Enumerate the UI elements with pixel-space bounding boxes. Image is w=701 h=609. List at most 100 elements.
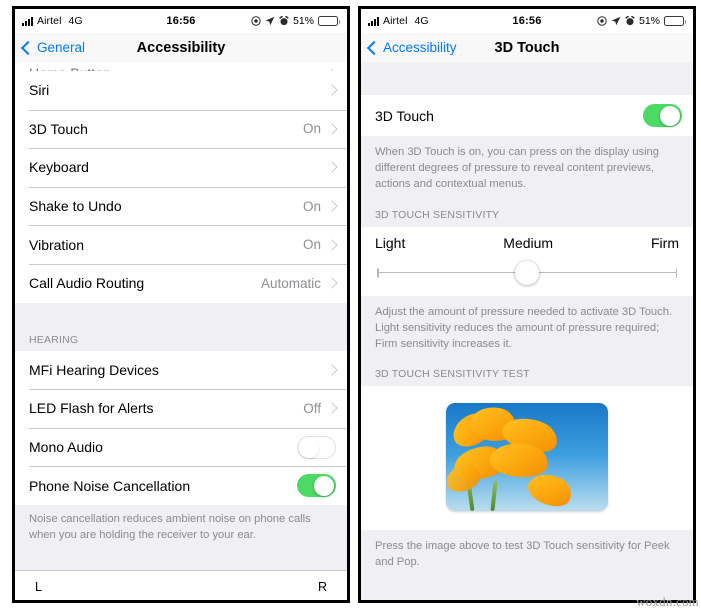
list-item-mono-audio[interactable]: Mono Audio	[15, 427, 347, 467]
slider-thumb[interactable]	[515, 260, 539, 285]
toggle-knob	[660, 105, 680, 126]
back-button-general[interactable]: General	[20, 40, 85, 55]
sensitivity-slider[interactable]	[375, 260, 679, 285]
phone-noise-cancellation-toggle[interactable]	[297, 474, 336, 498]
list-item-vibration[interactable]: Vibration On	[15, 225, 347, 264]
list-item-led-flash-for-alerts[interactable]: LED Flash for Alerts Off	[15, 389, 347, 428]
section-header-sensitivity: 3D TOUCH SENSITIVITY	[361, 208, 693, 227]
toggle-knob	[314, 475, 334, 496]
section-header-hearing: HEARING	[15, 333, 347, 351]
chevron-right-icon	[326, 200, 338, 212]
row-value: On	[302, 121, 321, 137]
list-item-call-audio-routing[interactable]: Call Audio Routing Automatic	[15, 263, 347, 303]
section-footer-sensitivity: Adjust the amount of pressure needed to …	[361, 295, 693, 369]
phone-left-accessibility: Airtel 4G 16:56 51% General Accessibilit…	[12, 6, 350, 603]
slider-label-medium: Medium	[503, 234, 554, 251]
hearing-group: MFi Hearing Devices LED Flash for Alerts…	[15, 350, 347, 505]
interaction-group: Siri 3D Touch On Keyboard Shake to Undo …	[15, 71, 347, 303]
battery-icon	[318, 16, 340, 26]
row-value: Off	[303, 400, 321, 416]
balance-right-label: R	[317, 579, 327, 594]
row-label: MFi Hearing Devices	[29, 361, 159, 378]
battery-percent-label: 51%	[638, 15, 660, 27]
list-item-phone-noise-cancellation[interactable]: Phone Noise Cancellation	[15, 466, 347, 505]
row-label: 3D Touch	[375, 107, 434, 124]
right-nav-bar: Accessibility 3D Touch	[361, 33, 693, 63]
signal-bars-icon	[368, 16, 379, 26]
carrier-label: Airtel	[383, 15, 408, 27]
signal-bars-icon	[22, 16, 33, 26]
row-value: On	[302, 237, 321, 253]
right-screen: Airtel 4G 16:56 51% Accessibility 3D Tou…	[361, 9, 693, 600]
row-value: Automatic	[260, 275, 321, 291]
location-services-icon	[597, 16, 607, 26]
row-label: Vibration	[29, 236, 85, 253]
chevron-right-icon	[326, 402, 338, 415]
main-toggle-group: 3D Touch	[361, 95, 693, 136]
partial-top-group: Home Button	[15, 62, 347, 71]
back-button-accessibility[interactable]: Accessibility	[366, 40, 457, 55]
row-label: 3D Touch	[29, 120, 88, 137]
3d-touch-toggle[interactable]	[643, 104, 682, 127]
slider-labels: Light Medium Firm	[375, 235, 679, 251]
left-scroll-area[interactable]: Home Button Siri 3D Touch On	[15, 62, 347, 600]
slider-label-light: Light	[375, 234, 406, 251]
row-label: LED Flash for Alerts	[29, 400, 154, 417]
chevron-left-icon	[20, 40, 36, 55]
left-nav-bar: General Accessibility	[15, 33, 347, 63]
list-item-3d-touch-master[interactable]: 3D Touch	[361, 95, 693, 136]
slider-label-firm: Firm	[651, 234, 679, 251]
list-item-mfi-hearing-devices[interactable]: MFi Hearing Devices	[15, 350, 347, 390]
status-left-cluster: Airtel 4G	[368, 15, 429, 27]
toggle-knob	[299, 438, 319, 459]
site-watermark: woxdn.com	[636, 594, 699, 609]
status-right-cluster: 51%	[597, 15, 686, 27]
phone-right-3d-touch: Airtel 4G 16:56 51% Accessibility 3D Tou…	[358, 6, 696, 603]
list-item-siri[interactable]: Siri	[15, 71, 347, 110]
section-footer-sensitivity-test: Press the image above to test 3D Touch s…	[361, 530, 693, 580]
screenshot-canvas: Airtel 4G 16:56 51% General Accessibilit…	[0, 0, 701, 609]
chevron-right-icon	[326, 84, 338, 96]
list-item-3d-touch[interactable]: 3D Touch On	[15, 109, 347, 149]
chevron-right-icon	[326, 123, 338, 135]
row-label: Phone Noise Cancellation	[29, 477, 191, 494]
navigation-arrow-icon	[265, 16, 275, 26]
list-item-shake-to-undo[interactable]: Shake to Undo On	[15, 186, 347, 226]
section-footer-3d-touch-description: When 3D Touch is on, you can press on th…	[361, 136, 693, 209]
top-gap	[361, 62, 693, 95]
list-item-keyboard[interactable]: Keyboard	[15, 148, 347, 187]
row-label: Call Audio Routing	[29, 275, 145, 292]
section-header-sensitivity-test: 3D TOUCH SENSITIVITY TEST	[361, 368, 693, 387]
chevron-right-icon	[326, 239, 338, 251]
back-button-label: Accessibility	[383, 40, 457, 55]
battery-percent-label: 51%	[292, 15, 314, 27]
chevron-right-icon	[326, 161, 338, 174]
alarm-clock-icon	[279, 15, 289, 26]
row-label: Mono Audio	[29, 439, 103, 456]
right-status-bar: Airtel 4G 16:56 51%	[361, 9, 693, 33]
chevron-right-icon	[326, 277, 338, 289]
chevron-right-icon	[326, 364, 338, 376]
slider-tick-right	[675, 268, 677, 278]
right-scroll-area[interactable]: 3D Touch When 3D Touch is on, you can pr…	[361, 62, 693, 600]
row-label: Keyboard	[29, 159, 89, 176]
battery-icon	[664, 16, 686, 26]
slider-tick-left	[377, 268, 379, 278]
navigation-arrow-icon	[611, 16, 621, 26]
status-right-cluster: 51%	[251, 15, 340, 27]
left-screen: Airtel 4G 16:56 51% General Accessibilit…	[15, 9, 347, 600]
poppy-flowers-test-image[interactable]	[446, 403, 608, 512]
status-left-cluster: Airtel 4G	[22, 15, 83, 27]
stereo-balance-slider[interactable]: L R	[15, 569, 347, 600]
balance-left-label: L	[35, 579, 42, 594]
section-footer-hearing: Noise cancellation reduces ambient noise…	[15, 504, 347, 552]
mono-audio-toggle[interactable]	[297, 435, 336, 459]
sensitivity-test-group	[361, 386, 693, 531]
carrier-label: Airtel	[37, 15, 62, 27]
chevron-left-icon	[366, 40, 382, 55]
row-value: On	[302, 198, 321, 214]
row-label: Shake to Undo	[29, 198, 122, 215]
list-item-home-button-partial[interactable]: Home Button	[15, 62, 347, 71]
sensitivity-slider-group: Light Medium Firm	[361, 226, 693, 296]
network-mode-label: 4G	[68, 15, 83, 27]
